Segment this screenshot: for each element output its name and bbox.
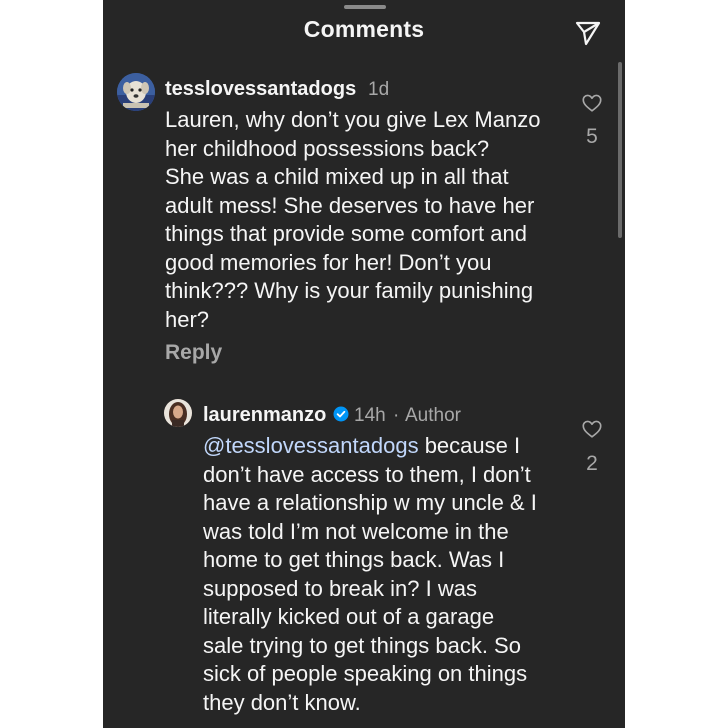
comment-text: Lauren, why don’t you give Lex Manzo her… — [165, 107, 541, 332]
meta-separator: · — [393, 405, 400, 426]
sheet-title: Comments — [303, 16, 425, 42]
comment-timestamp: 1d — [368, 79, 390, 100]
drag-handle[interactable] — [344, 5, 386, 9]
avatar[interactable] — [117, 73, 155, 111]
verified-badge-icon — [333, 406, 349, 422]
paper-plane-icon[interactable] — [575, 20, 601, 46]
reply-text: @tesslovessantadogs because I don’t have… — [203, 432, 583, 717]
reply-username[interactable]: laurenmanzo — [203, 404, 326, 427]
scrollbar[interactable] — [618, 62, 622, 238]
reply-timestamp: 14h — [354, 405, 386, 426]
comments-sheet: Comments tesslovessantadogs 1d Lauren, w… — [103, 0, 625, 728]
mention-link[interactable]: @tesslovessantadogs — [203, 433, 419, 458]
avatar[interactable] — [164, 399, 192, 427]
author-label: Author — [405, 405, 461, 426]
profile-avatar-image — [164, 399, 192, 427]
dog-avatar-image — [117, 73, 155, 111]
reply-body: because I don’t have access to them, I d… — [203, 433, 537, 715]
like-count: 5 — [586, 125, 598, 148]
reply-button[interactable]: Reply — [165, 341, 222, 365]
heart-outline-icon[interactable] — [581, 418, 603, 440]
comment-username[interactable]: tesslovessantadogs — [165, 78, 356, 101]
like-count: 2 — [586, 452, 598, 475]
heart-outline-icon[interactable] — [581, 92, 603, 114]
